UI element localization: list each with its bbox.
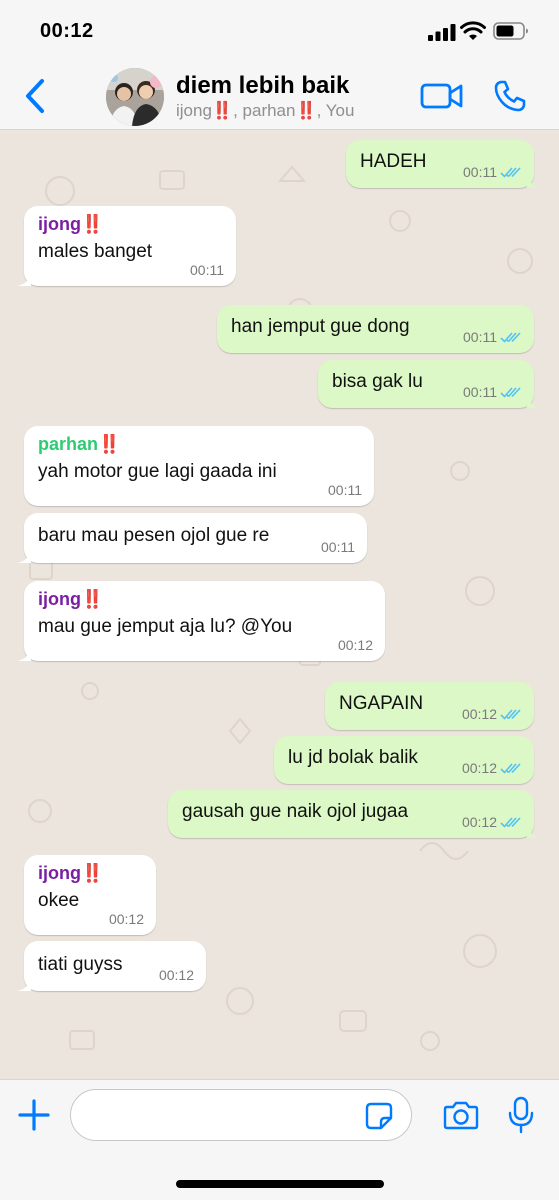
cellular-signal-icon [428,24,456,41]
chat-title[interactable]: diem lebih baik [176,72,349,100]
bubble-tail [527,394,541,408]
wifi-icon [460,21,486,40]
read-receipt-icon [500,167,521,178]
message-meta: 00:11 [463,384,522,400]
message-time: 00:12 [461,814,497,830]
message-meta: 00:12 [462,760,522,776]
message-time: 00:11 [328,482,362,498]
home-indicator[interactable] [176,1180,384,1188]
chat-area: HADEH 00:11 ijong‼️ males banget 00:11 h… [0,131,559,1079]
sender-name[interactable]: parhan‼️ [38,434,360,455]
status-time: 00:12 [40,20,94,42]
message-outgoing[interactable]: gausah gue naik ojol jugaa 00:12 [168,790,541,838]
sender-name[interactable]: ijong‼️ [38,214,222,235]
message-meta: 00:11 [328,482,362,498]
bubble-tail [17,549,31,563]
status-bar: 00:12 [0,0,559,62]
message-incoming[interactable]: ijong‼️ mau gue jemput aja lu? @You 00:1… [17,581,385,661]
message-meta: 00:12 [109,911,144,927]
message-meta: 00:12 [462,706,522,722]
voice-call-button[interactable] [494,80,526,112]
message-input[interactable] [70,1089,412,1141]
group-avatar[interactable] [106,68,164,126]
message-text: males banget [38,241,153,262]
message-meta: 00:11 [190,262,224,278]
chat-members[interactable]: ijong‼️, parhan‼️, You [176,101,354,121]
message-time: 00:12 [108,911,144,927]
read-receipt-icon [500,332,521,343]
message-meta: 00:12 [462,814,522,830]
bubble-tail [17,647,31,661]
chat-header: diem lebih baik ijong‼️, parhan‼️, You [0,62,559,130]
message-outgoing[interactable]: NGAPAIN 00:12 [325,682,534,730]
message-incoming[interactable]: baru mau pesen ojol gue re 00:11 [17,513,367,563]
message-time: 00:12 [461,760,497,776]
bubble-tail [527,824,541,838]
read-receipt-icon [500,817,521,828]
message-time: 00:11 [321,539,355,555]
back-button[interactable] [22,78,48,114]
sticker-button[interactable] [365,1102,393,1130]
video-call-button[interactable] [420,82,464,110]
message-text: mau gue jemput aja lu? @You [38,616,293,637]
bubble-tail [17,977,31,991]
battery-icon [493,22,528,40]
message-outgoing[interactable]: HADEH 00:11 [346,140,541,188]
sender-name[interactable]: ijong‼️ [38,863,142,884]
message-time: 00:11 [463,164,497,180]
message-text: yah motor gue lagi gaada ini [38,461,277,482]
message-outgoing[interactable]: bisa gak lu 00:11 [318,360,541,408]
message-outgoing[interactable]: han jemput gue dong 00:11 [217,305,534,353]
message-time: 00:12 [158,967,194,983]
camera-button[interactable] [443,1100,479,1130]
message-incoming[interactable]: parhan‼️ yah motor gue lagi gaada ini 00… [24,426,374,506]
message-outgoing[interactable]: lu jd bolak balik 00:12 [274,736,534,784]
sender-name[interactable]: ijong‼️ [38,589,371,610]
message-incoming[interactable]: ijong‼️ okee 00:12 [24,855,156,935]
message-time: 00:11 [190,262,224,278]
message-meta: 00:12 [159,967,194,983]
read-receipt-icon [500,709,521,720]
message-incoming[interactable]: tiati guyss 00:12 [17,941,206,991]
message-meta: 00:12 [338,637,373,653]
message-time: 00:12 [461,706,497,722]
read-receipt-icon [500,763,521,774]
message-meta: 00:11 [463,329,522,345]
message-meta: 00:11 [321,539,355,555]
message-incoming[interactable]: ijong‼️ males banget 00:11 [17,206,236,286]
avatar-photo [106,68,164,126]
composer-bar [0,1079,559,1200]
message-text: okee [38,890,80,911]
message-text: baru mau pesen ojol gue re [38,525,270,546]
microphone-button[interactable] [508,1096,534,1134]
message-time: 00:11 [463,384,497,400]
bubble-tail [527,174,541,188]
read-receipt-icon [500,387,521,398]
attach-button[interactable] [18,1099,50,1131]
message-time: 00:12 [337,637,373,653]
bubble-tail [17,272,31,286]
message-meta: 00:11 [463,164,522,180]
message-time: 00:11 [463,329,497,345]
